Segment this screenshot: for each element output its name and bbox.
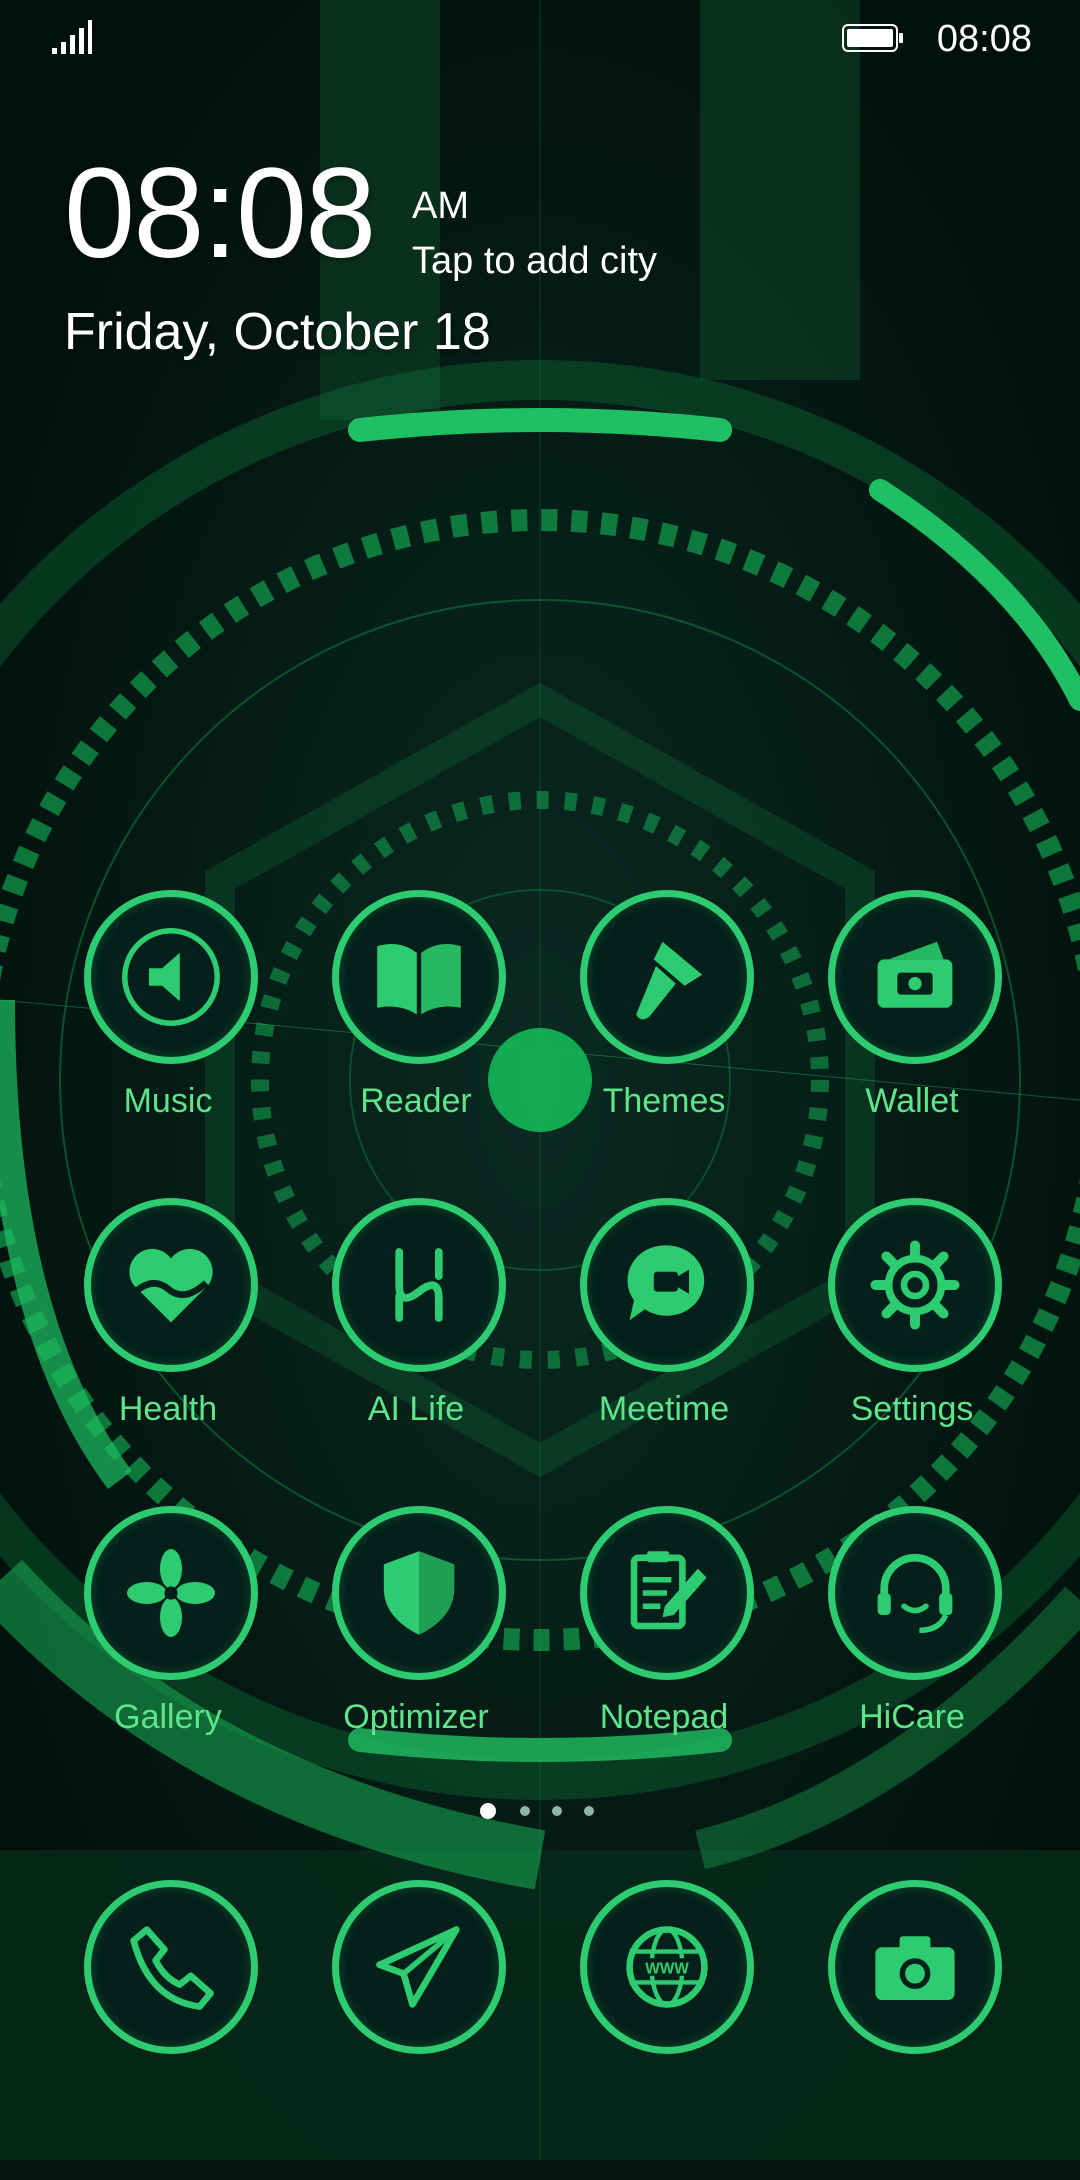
- browser-app-icon: WWW: [580, 1880, 754, 2054]
- signal-icon: [52, 20, 92, 54]
- app-hicare[interactable]: HiCare: [788, 1506, 1036, 1806]
- app-label: Meetime: [598, 1390, 730, 1428]
- headset-icon: [877, 1554, 953, 1634]
- optimizer-app-icon: [332, 1506, 506, 1680]
- app-settings[interactable]: Settings: [788, 1198, 1036, 1498]
- flower-icon: [127, 1549, 215, 1637]
- page-dot-3[interactable]: [552, 1806, 562, 1816]
- themes-app-icon: [580, 890, 754, 1064]
- app-ai-life[interactable]: AI Life: [292, 1198, 540, 1498]
- app-reader[interactable]: Reader: [292, 890, 540, 1190]
- page-dot-2[interactable]: [520, 1806, 530, 1816]
- page-dot-1[interactable]: [480, 1803, 496, 1819]
- video-chat-icon: [627, 1245, 705, 1321]
- status-time: 08:08: [936, 18, 1032, 60]
- app-music[interactable]: Music: [44, 890, 292, 1190]
- camera-icon: [875, 1936, 955, 2000]
- shield-icon: [383, 1551, 455, 1635]
- phone-icon: [130, 1926, 214, 2010]
- clipboard-pencil-icon: [630, 1551, 707, 1630]
- dock-messages[interactable]: [292, 1880, 540, 2180]
- app-wallet[interactable]: Wallet: [788, 890, 1036, 1190]
- phone-app-icon: [84, 1880, 258, 2054]
- gallery-app-icon: [84, 1506, 258, 1680]
- page-dot-4[interactable]: [584, 1806, 594, 1816]
- health-app-icon: [84, 1198, 258, 1372]
- speaker-icon: [122, 928, 220, 1026]
- app-label: Music: [123, 1082, 213, 1120]
- globe-icon: WWW: [626, 1926, 708, 2008]
- app-label: Wallet: [865, 1082, 959, 1120]
- app-themes[interactable]: Themes: [540, 890, 788, 1190]
- meetime-app-icon: [580, 1198, 754, 1372]
- app-label: Reader: [360, 1082, 472, 1120]
- battery-icon: [842, 24, 903, 52]
- heart-icon: [129, 1248, 213, 1323]
- app-label: Themes: [602, 1082, 726, 1120]
- app-health[interactable]: Health: [44, 1198, 292, 1498]
- paintbrush-icon: [636, 941, 703, 1020]
- app-meetime[interactable]: Meetime: [540, 1198, 788, 1498]
- reader-app-icon: [332, 890, 506, 1064]
- paper-plane-icon: [376, 1926, 460, 2008]
- status-bar: 08:08: [0, 0, 1080, 72]
- book-icon: [377, 944, 461, 1015]
- dock-browser[interactable]: WWW: [540, 1880, 788, 2180]
- settings-app-icon: [828, 1198, 1002, 1372]
- app-label: Settings: [850, 1390, 974, 1428]
- camera-app-icon: [828, 1880, 1002, 2054]
- notepad-app-icon: [580, 1506, 754, 1680]
- date-label: Friday, October 18: [64, 303, 491, 361]
- page-indicator[interactable]: [480, 1802, 600, 1822]
- app-label: Gallery: [114, 1698, 222, 1736]
- app-label: Optimizer: [343, 1698, 489, 1736]
- lockscreen-clock[interactable]: 08:08: [64, 150, 376, 278]
- app-label: HiCare: [859, 1698, 965, 1736]
- app-optimizer[interactable]: Optimizer: [292, 1506, 540, 1806]
- ai-life-icon: [395, 1248, 443, 1322]
- dock-phone[interactable]: [44, 1880, 292, 2180]
- gear-icon: [870, 1240, 960, 1330]
- hicare-app-icon: [828, 1506, 1002, 1680]
- music-app-icon: [84, 890, 258, 1064]
- dock-camera[interactable]: [788, 1880, 1036, 2180]
- app-label: Notepad: [599, 1698, 729, 1736]
- clock-ampm: AM: [412, 185, 469, 227]
- globe-www-text: WWW: [645, 1961, 689, 1978]
- messages-app-icon: [332, 1880, 506, 2054]
- app-label: AI Life: [367, 1390, 465, 1428]
- ai-life-app-icon: [332, 1198, 506, 1372]
- wallet-app-icon: [828, 890, 1002, 1064]
- app-gallery[interactable]: Gallery: [44, 1506, 292, 1806]
- app-label: Health: [118, 1390, 218, 1428]
- app-notepad[interactable]: Notepad: [540, 1506, 788, 1806]
- wallet-icon: [877, 941, 953, 1008]
- weather-add-city[interactable]: Tap to add city: [412, 240, 657, 283]
